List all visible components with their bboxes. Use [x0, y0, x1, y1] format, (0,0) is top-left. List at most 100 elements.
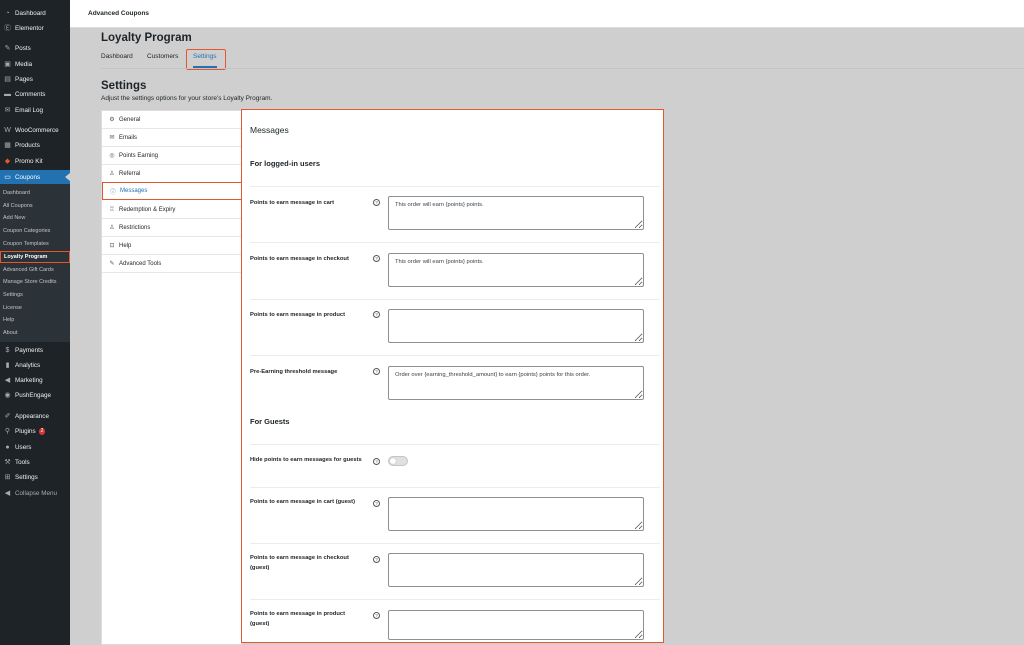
help-tooltip-icon[interactable]: ? [373, 458, 380, 465]
menu-woocommerce[interactable]: W WooCommerce [0, 123, 70, 137]
wrench-icon: ⚒ [4, 459, 11, 466]
threshold-message-textarea[interactable]: Order over {earning_threshold_amount} to… [388, 366, 644, 400]
menu-label: Plugins [15, 427, 36, 435]
tab-dashboard[interactable]: Dashboard [101, 53, 133, 60]
field-label-checkout-message: Points to earn message in checkout [250, 256, 349, 262]
menu-settings[interactable]: ⊞ Settings [0, 470, 70, 484]
settings-nav-advanced-tools[interactable]: ✎ Advanced Tools [102, 255, 242, 273]
settings-nav-general[interactable]: ⚙ General [102, 111, 242, 129]
cart-guest-message-textarea[interactable] [388, 497, 644, 531]
menu-media[interactable]: ▣ Media [0, 57, 70, 71]
submenu-coupon-templates[interactable]: Coupon Templates [3, 241, 49, 247]
menu-analytics[interactable]: ▮ Analytics [0, 358, 70, 372]
menu-coupons[interactable]: ▭ Coupons [0, 170, 70, 184]
menu-label: Email Log [15, 106, 44, 114]
menu-email-log[interactable]: ✉ Email Log [0, 103, 70, 117]
help-tooltip-icon[interactable]: ? [373, 311, 380, 318]
submenu-license[interactable]: License [3, 305, 22, 311]
settings-nav-redemption-expiry[interactable]: ♖ Redemption & Expiry [102, 201, 242, 219]
submenu-loyalty-program[interactable]: Loyalty Program [0, 251, 70, 263]
submenu-manage-store-credits[interactable]: Manage Store Credits [3, 279, 57, 285]
help-tooltip-icon[interactable]: ? [373, 500, 380, 507]
section-heading-guests: For Guests [250, 417, 290, 426]
submenu-advanced-gift-cards[interactable]: Advanced Gift Cards [3, 267, 54, 273]
product-guest-message-textarea[interactable] [388, 610, 644, 640]
nav-label: Points Earning [119, 152, 159, 159]
help-tooltip-icon[interactable]: ? [373, 368, 380, 375]
menu-products[interactable]: ▦ Products [0, 138, 70, 152]
row-divider [250, 242, 660, 243]
user-lock-icon: ♙ [109, 225, 115, 231]
media-icon: ▣ [4, 61, 11, 68]
submenu-settings[interactable]: Settings [3, 292, 23, 298]
tab-customers[interactable]: Customers [147, 53, 178, 60]
menu-promo-kit[interactable]: ◆ Promo Kit [0, 154, 70, 168]
menu-appearance[interactable]: ✐ Appearance [0, 409, 70, 423]
menu-dashboard[interactable]: ◔ Dashboard [0, 6, 70, 20]
menu-label: Posts [15, 44, 31, 52]
menu-tools[interactable]: ⚒ Tools [0, 455, 70, 469]
menu-label: Settings [15, 473, 38, 481]
info-icon: ⓘ [109, 189, 116, 196]
menu-comments[interactable]: ▬ Comments [0, 87, 70, 101]
megaphone-icon: ◀ [4, 377, 11, 384]
settings-nav-emails[interactable]: ✉ Emails [102, 129, 242, 147]
menu-payments[interactable]: $ Payments [0, 343, 70, 357]
submenu-about[interactable]: About [3, 330, 17, 336]
row-divider [250, 186, 660, 187]
menu-pages[interactable]: ▤ Pages [0, 72, 70, 86]
menu-posts[interactable]: ✎ Posts [0, 41, 70, 55]
help-tooltip-icon[interactable]: ? [373, 612, 380, 619]
menu-label: Dashboard [15, 9, 46, 17]
submenu-help[interactable]: Help [3, 317, 14, 323]
promo-kit-icon: ◆ [4, 158, 11, 165]
page-title: Loyalty Program [101, 32, 192, 44]
row-divider [250, 599, 660, 600]
settings-nav-messages[interactable]: ⓘ Messages [102, 182, 243, 200]
product-message-textarea[interactable] [388, 309, 644, 343]
settings-heading: Settings [101, 80, 147, 92]
checkout-message-textarea[interactable]: This order will earn {points} points. [388, 253, 644, 287]
tabs-divider [101, 68, 1024, 69]
trophy-icon: ♖ [109, 207, 115, 213]
analytics-icon: ▮ [5, 362, 10, 369]
menu-plugins[interactable]: ⚲ Plugins 2 [0, 424, 70, 438]
field-label-threshold-message: Pre-Earning threshold message [250, 369, 338, 375]
comment-icon: ▬ [4, 90, 11, 98]
menu-label: Tools [15, 458, 30, 466]
plugin-icon: ⚲ [4, 428, 11, 435]
menu-label: Users [15, 443, 32, 451]
submenu-all-coupons[interactable]: All Coupons [3, 203, 33, 209]
menu-elementor[interactable]: Ⓔ Elementor [0, 21, 70, 35]
help-tooltip-icon[interactable]: ? [373, 199, 380, 206]
submenu-coupon-categories[interactable]: Coupon Categories [3, 228, 50, 234]
admin-sidebar: ◔ Dashboard Ⓔ Elementor ✎ Posts ▣ Media ▤ Pag… [0, 0, 70, 645]
cart-message-textarea[interactable]: This order will earn {points} points. [388, 196, 644, 230]
collapse-menu-button[interactable]: ◀ Collapse Menu [0, 486, 70, 500]
settings-nav-help[interactable]: ⊡ Help [102, 237, 242, 255]
menu-pushengage[interactable]: ◉ PushEngage [0, 388, 70, 402]
menu-marketing[interactable]: ◀ Marketing [0, 373, 70, 387]
settings-nav-points-earning[interactable]: ◎ Points Earning [102, 147, 242, 165]
settings-nav-restrictions[interactable]: ♙ Restrictions [102, 219, 242, 237]
menu-label: PushEngage [15, 391, 52, 399]
gear-icon: ⚙ [109, 117, 115, 123]
help-tooltip-icon[interactable]: ? [373, 556, 380, 563]
hide-guest-messages-toggle[interactable] [388, 456, 408, 466]
settings-nav-referral[interactable]: ♙ Referral [102, 165, 242, 183]
update-count-badge: 2 [38, 427, 46, 435]
brush-icon: ✐ [4, 413, 11, 420]
checkout-guest-message-textarea[interactable] [388, 553, 644, 587]
menu-label: Media [15, 60, 33, 68]
plugin-header-bar: Advanced Coupons [70, 0, 1024, 28]
payments-icon: $ [5, 346, 10, 354]
menu-users[interactable]: ● Users [0, 440, 70, 454]
submenu-dashboard[interactable]: Dashboard [3, 190, 30, 196]
pin-icon: ✎ [4, 45, 11, 52]
menu-label: Promo Kit [15, 157, 43, 165]
menu-label: Collapse Menu [15, 489, 58, 497]
submenu-add-new[interactable]: Add New [3, 215, 25, 221]
nav-label: General [119, 116, 141, 123]
dashboard-icon: ◔ [5, 9, 10, 17]
help-tooltip-icon[interactable]: ? [373, 255, 380, 262]
